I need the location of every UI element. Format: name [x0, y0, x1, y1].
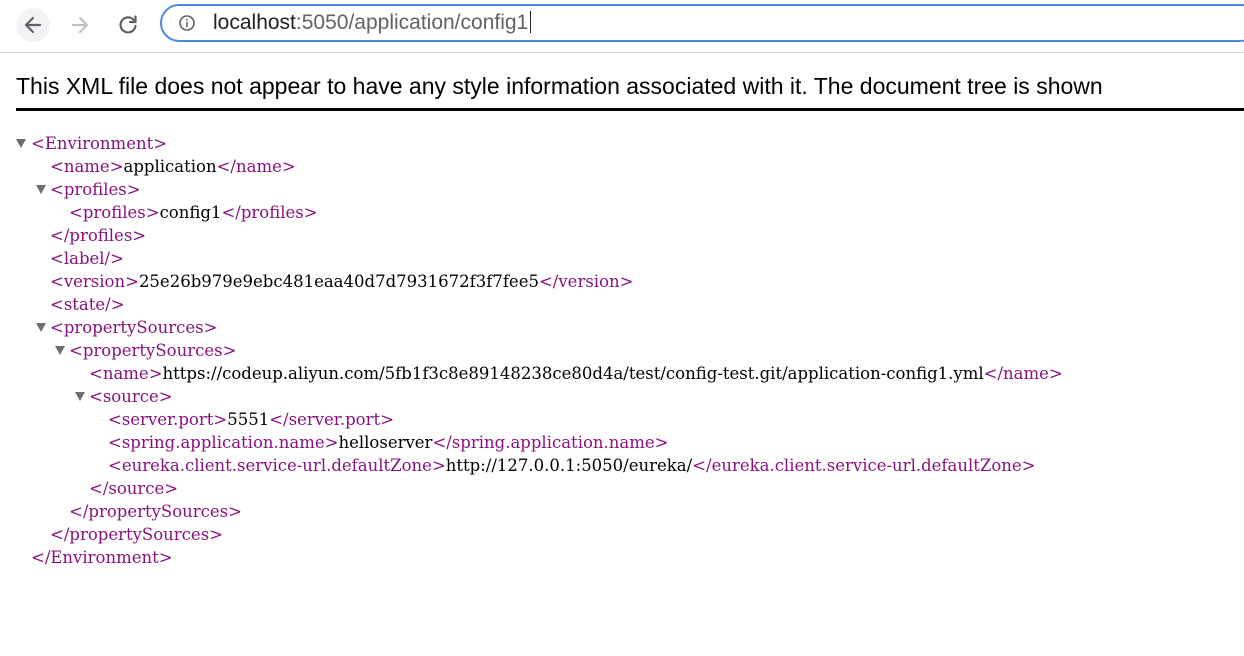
xml-tag: <source> — [89, 387, 173, 406]
text-caret — [530, 11, 532, 33]
browser-toolbar: localhost:5050/application/config1 — [0, 0, 1244, 53]
xml-line: </propertySources> — [50, 523, 223, 546]
xml-line: </propertySources> — [69, 500, 242, 523]
xml-value: 5551 — [227, 410, 270, 429]
xml-line: <name>application</name> — [50, 155, 296, 178]
xml-tag: </version> — [538, 272, 634, 291]
xml-tag: <server.port> — [108, 410, 228, 429]
arrow-right-icon — [71, 16, 89, 34]
xml-value: http://127.0.0.1:5050/eureka/ — [445, 456, 693, 475]
xml-line: <server.port>5551</server.port> — [108, 408, 394, 431]
xml-tag: </source> — [89, 479, 179, 498]
collapse-profiles-toggle[interactable] — [36, 185, 46, 194]
xml-line: <propertySources> — [50, 316, 217, 339]
xml-tag: <label/> — [50, 249, 124, 268]
collapse-environment-toggle[interactable] — [16, 139, 26, 148]
xml-tag: <state/> — [50, 295, 125, 314]
xml-line: <version>25e26b979e9ebc481eaa40d7d793167… — [50, 270, 633, 293]
xml-tag: </eureka.client.service-url.defaultZone> — [692, 456, 1036, 475]
notice-divider — [16, 108, 1244, 111]
address-bar[interactable]: localhost:5050/application/config1 — [160, 4, 1244, 42]
xml-line: </profiles> — [50, 224, 146, 247]
xml-tag: <eureka.client.service-url.defaultZone> — [108, 456, 446, 475]
xml-line: <name>https://codeup.aliyun.com/5fb1f3c8… — [89, 362, 1063, 385]
info-circle-icon[interactable] — [179, 15, 195, 31]
collapse-propertysources-toggle[interactable] — [36, 323, 46, 332]
xml-line: <profiles> — [50, 178, 141, 201]
xml-value: 25e26b979e9ebc481eaa40d7d7931672f3f7fee5 — [138, 272, 539, 291]
xml-line: <state/> — [50, 293, 125, 316]
xml-line: <propertySources> — [69, 339, 236, 362]
xml-tag: </spring.application.name> — [432, 433, 669, 452]
xml-tag: </name> — [216, 157, 296, 176]
xml-line: <eureka.client.service-url.defaultZone>h… — [108, 454, 1036, 477]
xml-line: </source> — [89, 477, 178, 500]
url-host: localhost — [213, 11, 296, 34]
xml-tag: <spring.application.name> — [108, 433, 339, 452]
xml-line: <label/> — [50, 247, 124, 270]
url-path: :5050/application/config1 — [295, 11, 529, 34]
xml-tag: </Environment> — [31, 548, 173, 567]
xml-line: </Environment> — [31, 546, 173, 569]
xml-tag: <Environment> — [31, 134, 168, 153]
xml-tag: <propertySources> — [50, 318, 218, 337]
xml-tag: <profiles> — [69, 203, 160, 222]
back-button[interactable] — [16, 8, 50, 42]
xml-tag: <version> — [50, 272, 139, 291]
xml-tag: <profiles> — [50, 180, 141, 199]
reload-button[interactable] — [111, 8, 145, 42]
collapse-propertysource-toggle[interactable] — [55, 346, 65, 355]
xml-tag: </name> — [983, 364, 1063, 383]
xml-value: application — [123, 157, 217, 176]
xml-tag: </propertySources> — [50, 525, 223, 544]
xml-tag: </server.port> — [269, 410, 394, 429]
xml-tag: </profiles> — [50, 226, 147, 245]
xml-tag: </propertySources> — [69, 502, 242, 521]
forward-button[interactable] — [63, 8, 97, 42]
xml-line: <profiles>config1</profiles> — [69, 201, 318, 224]
xml-line: <Environment> — [31, 132, 167, 155]
xml-tag: <name> — [89, 364, 163, 383]
xml-tag: <name> — [50, 157, 124, 176]
xml-value: config1 — [159, 203, 222, 222]
xml-value: https://codeup.aliyun.com/5fb1f3c8e89148… — [162, 364, 984, 383]
xml-value: helloserver — [338, 433, 433, 452]
reload-icon — [119, 15, 137, 34]
xml-line: <spring.application.name>helloserver</sp… — [108, 431, 668, 454]
url-text[interactable]: localhost:5050/application/config1 — [213, 6, 532, 40]
collapse-source-toggle[interactable] — [75, 392, 85, 401]
xml-line: <source> — [89, 385, 173, 408]
arrow-left-icon — [24, 16, 42, 34]
xml-tag: </profiles> — [221, 203, 318, 222]
xml-tag: <propertySources> — [69, 341, 237, 360]
xml-style-notice: This XML file does not appear to have an… — [16, 73, 1103, 99]
